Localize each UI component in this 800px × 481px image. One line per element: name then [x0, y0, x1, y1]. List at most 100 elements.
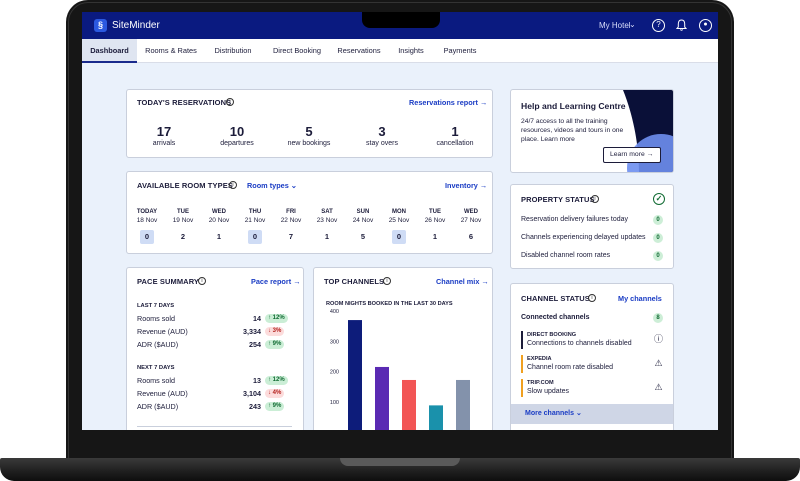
date-label: 27 Nov: [460, 217, 482, 224]
metric-value: 3,104: [243, 389, 261, 398]
availability-value[interactable]: 1: [212, 230, 226, 244]
stat-stay-overs-value: 3: [378, 124, 386, 139]
arrow-right-icon: →: [481, 277, 489, 286]
pace-report-link[interactable]: Pace report →: [251, 277, 300, 286]
help-learning-card: Help and Learning Centre 24/7 access to …: [510, 89, 674, 173]
available-room-types-card: AVAILABLE ROOM TYPES i Room types ⌄ Inve…: [126, 171, 493, 254]
arrow-right-icon: →: [479, 181, 488, 190]
card-title: TODAY'S RESERVATIONS: [137, 98, 232, 107]
user-avatar-icon[interactable]: ●: [699, 19, 712, 32]
change-down-badge: ↓ 3%: [265, 327, 285, 336]
stat-new-bookings-value: 5: [305, 124, 313, 139]
change-up-badge: ↑ 9%: [265, 402, 285, 411]
channel-bar-chart: 0100200300400Booking.comExpediaDirectAgo…: [330, 309, 470, 430]
more-channels-button[interactable]: More channels ⌄: [511, 404, 673, 424]
availability-value[interactable]: 7: [284, 230, 298, 244]
chevron-down-icon[interactable]: ⌄: [629, 20, 636, 29]
brand-name: SiteMinder: [112, 20, 160, 31]
tab-payments[interactable]: Payments: [438, 39, 482, 63]
change-up-badge: ↑ 9%: [265, 340, 285, 349]
info-circle-icon[interactable]: ⓘ: [653, 334, 664, 345]
hotel-selector[interactable]: My Hotel: [599, 21, 631, 30]
metric-label: ADR ($AUD): [137, 340, 179, 349]
channel-name: DIRECT BOOKING: [527, 332, 577, 338]
inventory-link[interactable]: Inventory →: [445, 181, 487, 190]
tab-direct-booking[interactable]: Direct Booking: [266, 39, 328, 63]
channel-accent-bar: [521, 379, 523, 397]
main-nav: Dashboard Rooms & Rates Distribution Dir…: [82, 39, 718, 63]
day-label: WED: [464, 209, 478, 215]
card-title: PACE SUMMARY: [137, 277, 200, 286]
help-icon[interactable]: ?: [652, 19, 665, 32]
stat-new-bookings-label: new bookings: [287, 140, 331, 147]
change-up-badge: ↑ 12%: [265, 376, 288, 385]
card-title: AVAILABLE ROOM TYPES: [137, 181, 233, 190]
info-icon[interactable]: i: [198, 277, 206, 285]
tab-insights[interactable]: Insights: [393, 39, 429, 63]
day-label: TUE: [177, 209, 189, 215]
top-channels-card: TOP CHANNELS i Channel mix → ROOM NIGHTS…: [313, 267, 493, 430]
help-title: Help and Learning Centre: [521, 101, 626, 111]
bar-bookingcom[interactable]: [348, 320, 362, 430]
arrow-up-icon: ↑: [268, 403, 271, 409]
availability-value[interactable]: 0: [140, 230, 154, 244]
change-up-badge: ↑ 12%: [265, 314, 288, 323]
info-icon[interactable]: i: [591, 195, 599, 203]
metric-label: Revenue (AUD): [137, 389, 188, 398]
info-icon[interactable]: i: [229, 181, 237, 189]
tab-reservations[interactable]: Reservations: [334, 39, 384, 63]
my-channels-link[interactable]: My channels: [618, 294, 662, 303]
metric-value: 14: [253, 314, 261, 323]
property-status-item: Channels experiencing delayed updates: [521, 234, 646, 241]
tab-dashboard[interactable]: Dashboard: [82, 39, 137, 63]
pace-summary-card: PACE SUMMARY i Pace report → LAST 7 DAYS…: [126, 267, 304, 430]
metric-value: 243: [249, 402, 261, 411]
bar-other[interactable]: [456, 379, 470, 430]
bar-direct[interactable]: [402, 379, 416, 430]
channel-status-text: Connections to channels disabled: [527, 340, 632, 347]
channel-mix-link[interactable]: Channel mix →: [436, 277, 489, 286]
availability-value[interactable]: 2: [176, 230, 190, 244]
availability-value[interactable]: 0: [392, 230, 406, 244]
tab-distribution[interactable]: Distribution: [208, 39, 258, 63]
day-label: THU: [248, 209, 262, 215]
app-screen: § SiteMinder My Hotel ⌄ ? ● Dashboard Ro…: [82, 12, 718, 430]
stat-departures-value: 10: [229, 124, 245, 139]
tab-rooms-rates[interactable]: Rooms & Rates: [140, 39, 202, 63]
channel-status-text: Slow updates: [527, 388, 570, 395]
siteminder-logo-icon[interactable]: §: [94, 19, 107, 32]
date-label: 24 Nov: [352, 217, 374, 224]
property-status-card: PROPERTY STATUS i ✓ Reservation delivery…: [510, 184, 674, 269]
availability-value[interactable]: 6: [464, 230, 478, 244]
availability-value[interactable]: 1: [428, 230, 442, 244]
metric-label: Revenue (AUD): [137, 327, 188, 336]
warning-icon[interactable]: ⚠: [653, 382, 664, 393]
day-label: MON: [392, 209, 406, 215]
info-icon[interactable]: i: [226, 98, 234, 106]
learn-more-button[interactable]: Learn more →: [603, 147, 661, 163]
stat-arrivals-label: arrivals: [152, 140, 176, 147]
metric-label: Rooms sold: [137, 314, 175, 323]
help-body: 24/7 access to all the training resource…: [521, 118, 624, 143]
room-types-dropdown[interactable]: Room types ⌄: [247, 181, 297, 190]
card-title: CHANNEL STATUS: [521, 294, 590, 303]
info-icon[interactable]: i: [383, 277, 391, 285]
y-tick-label: 300: [330, 339, 339, 345]
property-status-item: Reservation delivery failures today: [521, 216, 628, 223]
reservations-report-link[interactable]: Reservations report →: [409, 98, 487, 107]
bar-expedia[interactable]: [375, 366, 389, 430]
bar-agoda[interactable]: [429, 405, 443, 430]
arrow-right-icon: →: [646, 151, 654, 158]
availability-value[interactable]: 5: [356, 230, 370, 244]
availability-value[interactable]: 0: [248, 230, 262, 244]
channel-name: TRIP.COM: [527, 380, 554, 386]
info-icon[interactable]: i: [588, 294, 596, 302]
card-title: PROPERTY STATUS: [521, 195, 595, 204]
bell-icon[interactable]: [675, 19, 688, 32]
metric-label: Rooms sold: [137, 376, 175, 385]
warning-icon[interactable]: ⚠: [653, 358, 664, 369]
day-label: SAT: [321, 209, 333, 215]
date-label: 19 Nov: [172, 217, 194, 224]
y-tick-label: 100: [330, 400, 339, 406]
availability-value[interactable]: 1: [320, 230, 334, 244]
